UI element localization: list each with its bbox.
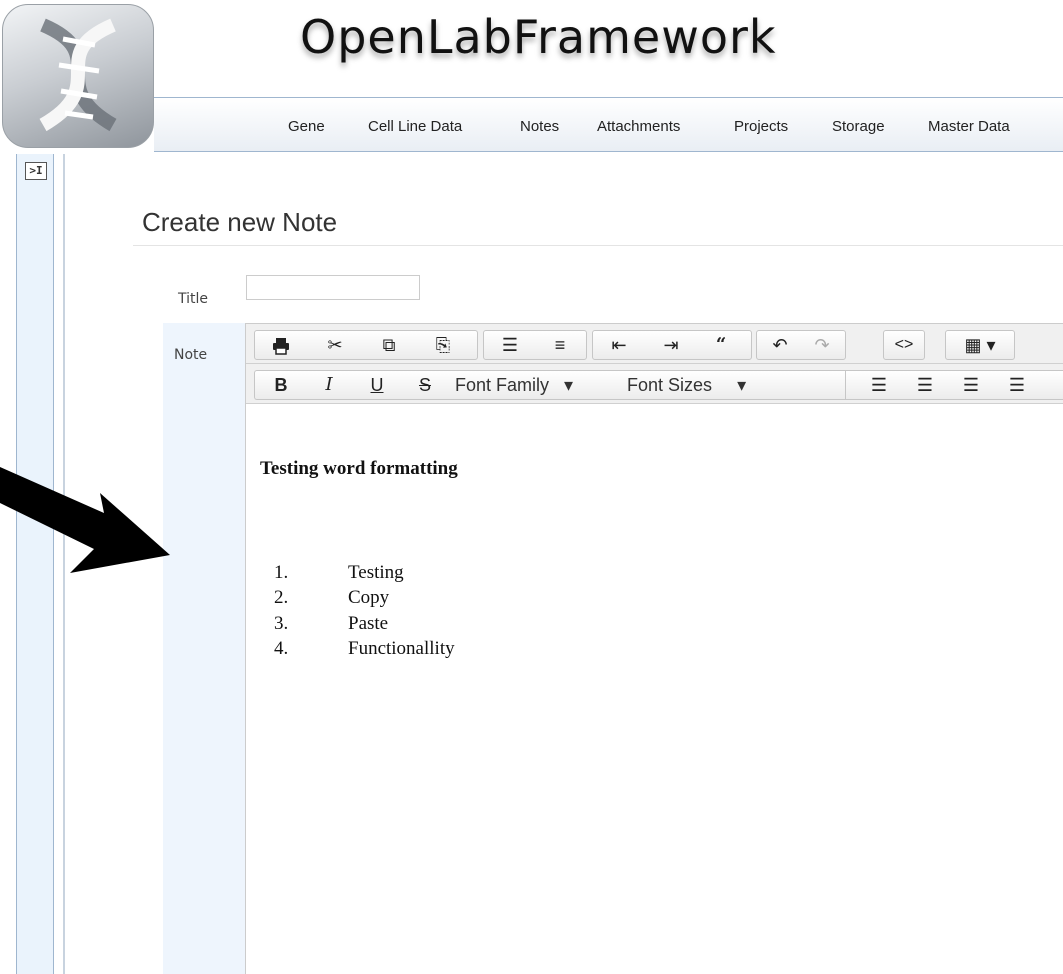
nav-item-gene[interactable]: Gene bbox=[288, 118, 325, 135]
heading-divider bbox=[133, 245, 1063, 246]
toolbar-divider bbox=[845, 371, 846, 399]
nav-item-storage[interactable]: Storage bbox=[832, 118, 885, 135]
list-item[interactable]: Testing bbox=[348, 562, 404, 584]
title-label: Title bbox=[178, 291, 209, 307]
app-header: OpenLabFramework Gene Cell Line Data Not… bbox=[0, 0, 1063, 152]
copy-icon[interactable]: ⧉ bbox=[367, 331, 411, 359]
editor-toolbar-row-1: ✂ ⧉ ⎘ ☰ ≡ ⇤ ⇥ “ ↶ ↷ <> ▦ ▾ bbox=[246, 324, 1063, 364]
chevron-down-icon: ▾ bbox=[737, 375, 747, 395]
page-title: Create new Note bbox=[142, 207, 338, 237]
table-group: ▦ ▾ bbox=[945, 330, 1015, 360]
outdent-icon[interactable]: ⇤ bbox=[597, 331, 641, 359]
dna-logo-icon[interactable] bbox=[2, 4, 154, 148]
justify-icon[interactable]: ☰ bbox=[997, 371, 1037, 399]
list-item-number: 4. bbox=[274, 638, 289, 659]
italic-button[interactable]: I bbox=[307, 371, 351, 399]
strikethrough-button[interactable]: S bbox=[403, 371, 447, 399]
editor-toolbar-row-2: B I U S Font Family ▾ Font Sizes ▾ ☰ ☰ ☰… bbox=[246, 364, 1063, 404]
rich-text-editor: ✂ ⧉ ⎘ ☰ ≡ ⇤ ⇥ “ ↶ ↷ <> ▦ ▾ B I U S Font … bbox=[245, 323, 1063, 974]
underline-button[interactable]: U bbox=[355, 371, 399, 399]
clipboard-group: ✂ ⧉ ⎘ bbox=[254, 330, 478, 360]
blockquote-icon[interactable]: “ bbox=[699, 331, 743, 359]
nav-item-attachments[interactable]: Attachments bbox=[597, 118, 680, 135]
main-nav: Gene Cell Line Data Notes Attachments Pr… bbox=[154, 97, 1063, 152]
font-family-dropdown[interactable]: Font Family ▾ bbox=[455, 371, 573, 399]
code-icon[interactable]: <> bbox=[884, 331, 924, 359]
indent-icon[interactable]: ⇥ bbox=[649, 331, 693, 359]
table-icon[interactable]: ▦ ▾ bbox=[950, 331, 1010, 359]
numbered-list-icon[interactable]: ≡ bbox=[538, 331, 582, 359]
paste-icon[interactable]: ⎘ bbox=[421, 331, 465, 359]
bold-button[interactable]: B bbox=[259, 371, 303, 399]
list-group: ☰ ≡ bbox=[483, 330, 587, 360]
editor-heading-text[interactable]: Testing word formatting bbox=[260, 458, 458, 480]
font-family-label: Font Family bbox=[455, 375, 550, 395]
title-input[interactable] bbox=[246, 275, 420, 300]
note-label: Note bbox=[174, 347, 208, 363]
align-right-icon[interactable]: ☰ bbox=[951, 371, 991, 399]
print-icon[interactable] bbox=[259, 331, 303, 359]
formatting-group: B I U S Font Family ▾ Font Sizes ▾ ☰ ☰ ☰… bbox=[254, 370, 1063, 400]
nav-item-master-data[interactable]: Master Data bbox=[928, 118, 1010, 135]
nav-item-notes[interactable]: Notes bbox=[520, 118, 559, 135]
chevron-down-icon: ▾ bbox=[564, 375, 574, 395]
expand-sidebar-button[interactable]: >I bbox=[25, 162, 47, 180]
list-item-number: 3. bbox=[274, 613, 289, 634]
nav-item-cell-line-data[interactable]: Cell Line Data bbox=[368, 118, 462, 135]
list-item[interactable]: Copy bbox=[348, 587, 389, 609]
cut-icon[interactable]: ✂ bbox=[313, 331, 357, 359]
align-center-icon[interactable]: ☰ bbox=[905, 371, 945, 399]
undo-icon[interactable]: ↶ bbox=[759, 331, 801, 359]
align-left-icon[interactable]: ☰ bbox=[859, 371, 899, 399]
list-item-number: 2. bbox=[274, 587, 289, 608]
app-title: OpenLabFramework bbox=[300, 10, 777, 64]
history-group: ↶ ↷ bbox=[756, 330, 846, 360]
code-group: <> bbox=[883, 330, 925, 360]
font-sizes-label: Font Sizes bbox=[627, 375, 713, 395]
annotation-arrow-icon bbox=[0, 467, 170, 573]
list-item[interactable]: Functionallity bbox=[348, 638, 455, 660]
font-sizes-dropdown[interactable]: Font Sizes ▾ bbox=[627, 371, 746, 399]
bullet-list-icon[interactable]: ☰ bbox=[488, 331, 532, 359]
redo-icon[interactable]: ↷ bbox=[801, 331, 843, 359]
indent-group: ⇤ ⇥ “ bbox=[592, 330, 752, 360]
list-item-number: 1. bbox=[274, 562, 289, 583]
list-item[interactable]: Paste bbox=[348, 613, 388, 635]
nav-item-projects[interactable]: Projects bbox=[734, 118, 788, 135]
